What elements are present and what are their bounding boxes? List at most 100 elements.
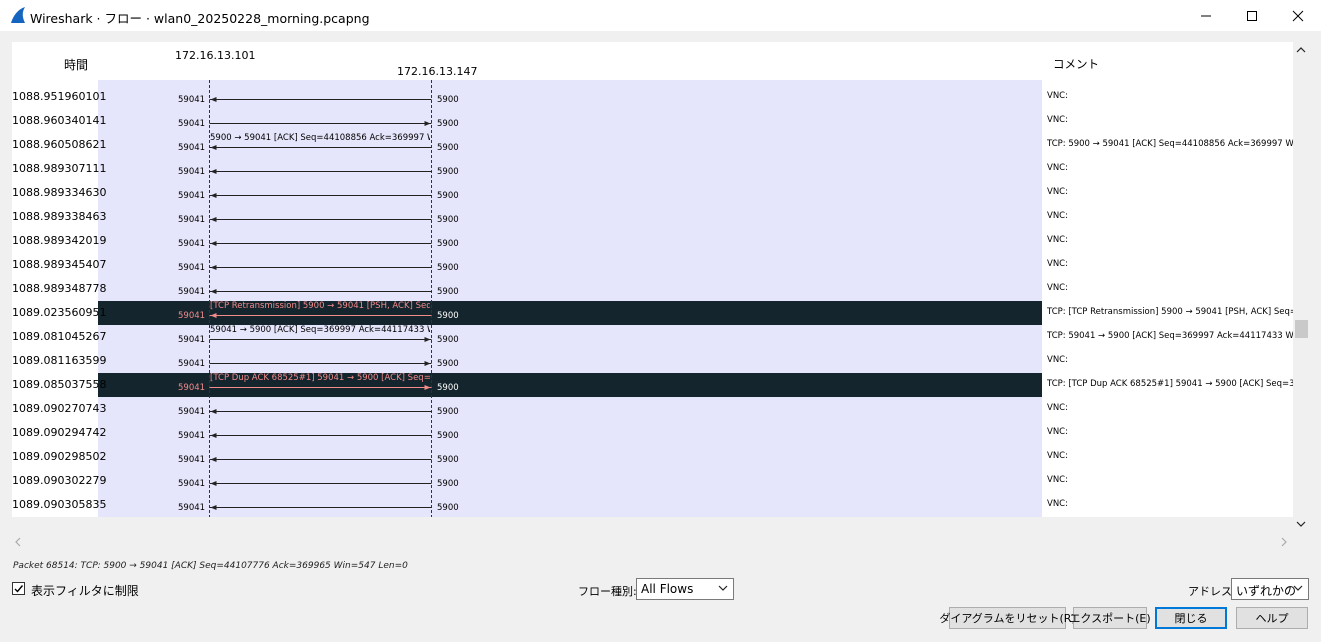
row-comment[interactable]: VNC:	[1047, 427, 1294, 437]
vertical-scroll-thumb[interactable]	[1295, 320, 1308, 338]
row-port-a: 59041	[178, 431, 206, 441]
scroll-right-icon[interactable]	[1280, 537, 1288, 547]
close-icon	[1292, 10, 1304, 21]
row-time[interactable]: 1088.960508621	[12, 138, 106, 151]
row-time[interactable]: 1088.989348778	[12, 282, 106, 295]
comment-column-header: コメント	[1053, 57, 1099, 71]
row-comment[interactable]: VNC:	[1047, 283, 1294, 293]
row-time[interactable]: 1089.090305835	[12, 498, 106, 511]
row-comment[interactable]: VNC:	[1047, 163, 1294, 173]
row-comment[interactable]: TCP: [TCP Retransmission] 5900 → 59041 […	[1047, 307, 1294, 317]
row-comment[interactable]: TCP: 5900 → 59041 [ACK] Seq=44108856 Ack…	[1047, 139, 1294, 149]
address-label: アドレス:	[1188, 585, 1236, 598]
scroll-up-icon[interactable]	[1296, 46, 1306, 54]
row-time[interactable]: 1089.090298502	[12, 450, 106, 463]
row-port-a: 59041	[178, 383, 206, 393]
row-port-a: 59041	[178, 167, 206, 177]
reset-diagram-button[interactable]: ダイアグラムをリセット(R)	[939, 607, 1076, 629]
row-time[interactable]: 1088.989334630	[12, 186, 106, 199]
row-port-b: 5900	[437, 479, 459, 489]
wireshark-fin-icon	[11, 7, 25, 23]
row-port-a: 59041	[178, 287, 206, 297]
row-port-a: 59041	[178, 407, 206, 417]
row-comment[interactable]: VNC:	[1047, 115, 1294, 125]
diagram-area	[98, 80, 1042, 517]
vertical-scrollbar[interactable]	[1293, 42, 1310, 534]
row-time[interactable]: 1088.989342019	[12, 234, 106, 247]
checkmark-icon	[14, 585, 24, 593]
row-comment[interactable]: VNC:	[1047, 451, 1294, 461]
row-time[interactable]: 1089.081045267	[12, 330, 106, 343]
row-flow-label[interactable]: [TCP Dup ACK 68525#1] 59041 → 5900 [ACK]…	[210, 373, 430, 383]
row-port-b: 5900	[437, 287, 459, 297]
row-port-a: 59041	[178, 479, 206, 489]
chevron-down-icon	[1293, 585, 1303, 591]
horizontal-scrollbar[interactable]	[12, 534, 1293, 548]
time-column-header: 時間	[64, 58, 89, 72]
row-comment[interactable]: VNC:	[1047, 211, 1294, 221]
row-time[interactable]: 1089.090302279	[12, 474, 106, 487]
flow-type-select[interactable]: All Flows	[636, 578, 734, 600]
row-time[interactable]: 1089.090294742	[12, 426, 106, 439]
row-port-a: 59041	[178, 455, 206, 465]
row-port-b: 5900	[437, 407, 459, 417]
row-comment[interactable]: VNC:	[1047, 499, 1294, 509]
close-button[interactable]: 閉じる	[1155, 607, 1227, 629]
packet-status-text: Packet 68514: TCP: 5900 → 59041 [ACK] Se…	[13, 561, 408, 571]
flow-type-label: フロー種別:	[578, 585, 637, 598]
help-button[interactable]: ヘルプ	[1236, 607, 1308, 629]
row-port-b: 5900	[437, 191, 459, 201]
address-select[interactable]: いずれかの	[1231, 578, 1309, 600]
row-port-b: 5900	[437, 431, 459, 441]
row-time[interactable]: 1089.085037558	[12, 378, 106, 391]
row-port-a: 59041	[178, 143, 206, 153]
export-button[interactable]: エクスポート(E)	[1069, 607, 1151, 629]
row-port-b: 5900	[437, 95, 459, 105]
row-port-a: 59041	[178, 119, 206, 129]
row-port-b: 5900	[437, 455, 459, 465]
row-time[interactable]: 1088.951960101	[12, 90, 106, 103]
close-window-button[interactable]	[1275, 0, 1321, 31]
maximize-icon	[1247, 10, 1257, 21]
row-port-b: 5900	[437, 239, 459, 249]
maximize-button[interactable]	[1229, 0, 1275, 31]
row-comment[interactable]: TCP: [TCP Dup ACK 68525#1] 59041 → 5900 …	[1047, 379, 1294, 389]
row-comment[interactable]: VNC:	[1047, 187, 1294, 197]
row-port-a: 59041	[178, 359, 206, 369]
row-port-b: 5900	[437, 143, 459, 153]
row-comment[interactable]: VNC:	[1047, 91, 1294, 101]
row-port-b: 5900	[437, 311, 459, 321]
row-time[interactable]: 1089.081163599	[12, 354, 106, 367]
limit-filter-checkbox[interactable]	[12, 582, 25, 595]
row-port-b: 5900	[437, 335, 459, 345]
row-time[interactable]: 1088.989338463	[12, 210, 106, 223]
row-comment[interactable]: VNC:	[1047, 235, 1294, 245]
row-time[interactable]: 1088.989307111	[12, 162, 106, 175]
row-time[interactable]: 1088.960340141	[12, 114, 106, 127]
scroll-down-icon[interactable]	[1296, 520, 1306, 528]
row-port-a: 59041	[178, 239, 206, 249]
row-time[interactable]: 1088.989345407	[12, 258, 106, 271]
limit-filter-label[interactable]: 表示フィルタに制限	[31, 582, 139, 599]
row-port-b: 5900	[437, 167, 459, 177]
row-port-a: 59041	[178, 335, 206, 345]
row-port-a: 59041	[178, 95, 206, 105]
row-port-a: 59041	[178, 191, 206, 201]
row-port-b: 5900	[437, 119, 459, 129]
row-comment[interactable]: VNC:	[1047, 259, 1294, 269]
row-comment[interactable]: VNC:	[1047, 355, 1294, 365]
row-port-b: 5900	[437, 503, 459, 513]
row-flow-label[interactable]: [TCP Retransmission] 5900 → 59041 [PSH, …	[210, 301, 430, 311]
row-flow-label[interactable]: 5900 → 59041 [ACK] Seq=44108856 Ack=3699…	[210, 133, 430, 143]
scroll-left-icon[interactable]	[14, 537, 22, 547]
row-flow-label[interactable]: 59041 → 5900 [ACK] Seq=369997 Ack=441174…	[210, 325, 430, 335]
row-comment[interactable]: VNC:	[1047, 475, 1294, 485]
row-comment[interactable]: TCP: 59041 → 5900 [ACK] Seq=369997 Ack=4…	[1047, 331, 1294, 341]
minimize-button[interactable]	[1183, 0, 1229, 31]
row-time[interactable]: 1089.023560951	[12, 306, 106, 319]
row-port-a: 59041	[178, 263, 206, 273]
row-port-b: 5900	[437, 359, 459, 369]
row-comment[interactable]: VNC:	[1047, 403, 1294, 413]
row-time[interactable]: 1089.090270743	[12, 402, 106, 415]
row-port-b: 5900	[437, 383, 459, 393]
